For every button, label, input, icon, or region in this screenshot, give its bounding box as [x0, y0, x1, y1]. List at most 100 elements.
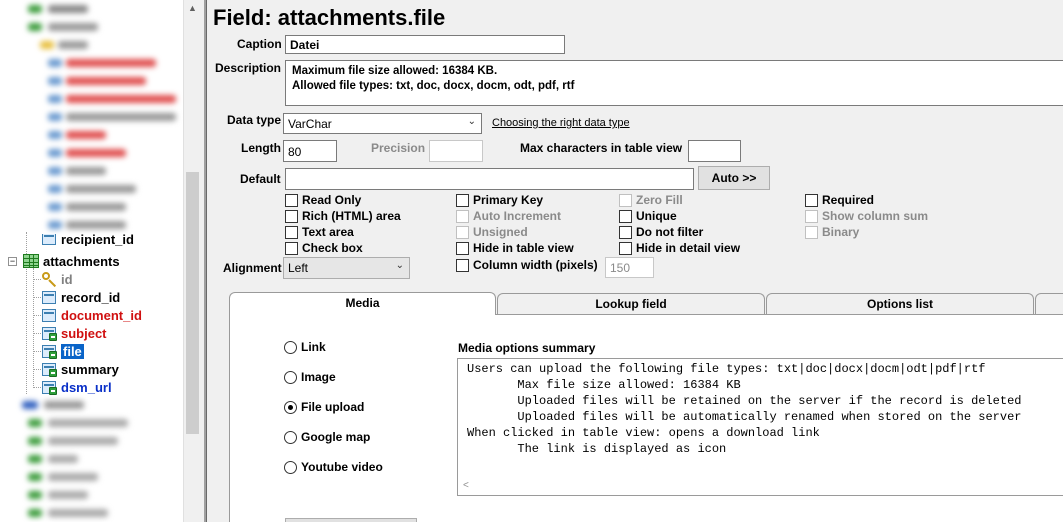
datatype-label: Data type — [227, 113, 282, 127]
tab-more[interactable] — [1035, 293, 1063, 314]
datatype-help-link[interactable]: Choosing the right data type — [492, 117, 630, 129]
blurred-tree-row — [0, 450, 183, 468]
checkbox-box[interactable] — [619, 225, 632, 239]
tree-scroll-thumb[interactable] — [186, 172, 199, 434]
alignment-select[interactable]: Left ⌄ — [283, 257, 410, 279]
checkbox-box[interactable] — [285, 193, 298, 207]
tree-item-recipient-id[interactable]: recipient_id — [41, 234, 134, 246]
alignment-label: Alignment — [223, 261, 282, 275]
checkbox-box — [456, 209, 469, 223]
tree-scrollbar[interactable]: ▲ — [183, 0, 200, 522]
tree-item-file[interactable]: file — [41, 342, 84, 360]
datatype-select[interactable]: VarChar ⌄ — [283, 113, 482, 134]
tree-item-summary[interactable]: summary — [41, 360, 119, 378]
checkbox-box[interactable] — [285, 209, 298, 223]
summary-horizontal-scrollbar[interactable]: < — [459, 480, 1063, 494]
tree-item-document-id[interactable]: document_id — [41, 306, 142, 324]
checkbox-box[interactable] — [456, 258, 469, 272]
project-tree[interactable]: recipient_id − attachments id record_id … — [0, 0, 200, 522]
tree-item-dsm-url[interactable]: dsm_url — [41, 378, 112, 396]
hide-detail-view-checkbox[interactable]: Hide in detail view — [619, 241, 740, 255]
media-option-google-map[interactable]: Google map — [284, 430, 370, 444]
primary-key-checkbox[interactable]: Primary Key — [456, 193, 543, 207]
field-icon — [41, 307, 57, 323]
chevron-down-icon: ⌄ — [467, 116, 476, 127]
checkbox-box — [805, 225, 818, 239]
do-not-filter-checkbox[interactable]: Do not filter — [619, 225, 703, 239]
blurred-tree-row — [0, 486, 183, 504]
media-summary-box[interactable]: Users can upload the following file type… — [457, 358, 1063, 496]
length-input[interactable]: 80 — [283, 140, 337, 162]
radio-button[interactable] — [284, 340, 297, 354]
checkbox-box[interactable] — [456, 241, 469, 255]
tree-item-id[interactable]: id — [41, 270, 73, 288]
radio-button[interactable] — [284, 430, 297, 444]
blurred-tree-row — [0, 198, 183, 216]
caption-input[interactable]: Datei — [285, 35, 565, 54]
tab-options-list[interactable]: Options list — [766, 293, 1034, 314]
default-input[interactable] — [285, 168, 694, 190]
required-checkbox[interactable]: Required — [805, 193, 874, 207]
blurred-tree-row — [0, 0, 183, 18]
tree-connector — [33, 268, 34, 388]
tab-lookup-field[interactable]: Lookup field — [497, 293, 765, 314]
scroll-left-icon[interactable]: < — [463, 480, 469, 491]
blurred-tree-row — [0, 54, 183, 72]
bottom-button[interactable] — [285, 518, 417, 522]
radio-button-selected[interactable] — [284, 400, 297, 414]
checkbox-box[interactable] — [285, 241, 298, 255]
blurred-tree-row — [0, 18, 183, 36]
binary-checkbox: Binary — [805, 225, 859, 239]
check-box-checkbox[interactable]: Check box — [285, 241, 363, 255]
caption-label: Caption — [237, 37, 282, 51]
table-icon — [23, 253, 39, 269]
precision-input[interactable] — [429, 140, 483, 162]
page-title: Field: attachments.file — [213, 5, 446, 30]
column-width-checkbox[interactable]: Column width (pixels) — [456, 258, 598, 272]
blurred-tree-row — [0, 126, 183, 144]
unsigned-checkbox: Unsigned — [456, 225, 528, 239]
radio-button[interactable] — [284, 460, 297, 474]
default-label: Default — [240, 172, 281, 186]
checkbox-box[interactable] — [456, 193, 469, 207]
media-option-link[interactable]: Link — [284, 340, 326, 354]
description-input[interactable]: Maximum file size allowed: 16384 KB. All… — [285, 60, 1063, 106]
blurred-tree-row — [0, 216, 183, 234]
unique-checkbox[interactable]: Unique — [619, 209, 677, 223]
checkbox-box[interactable] — [619, 209, 632, 223]
media-option-youtube[interactable]: Youtube video — [284, 460, 383, 474]
read-only-checkbox[interactable]: Read Only — [285, 193, 361, 207]
tree-item-subject[interactable]: subject — [41, 324, 107, 342]
tree-collapse-toggle[interactable]: − — [8, 257, 17, 266]
checkbox-box — [805, 209, 818, 223]
media-summary-title: Media options summary — [458, 341, 596, 355]
media-option-image[interactable]: Image — [284, 370, 336, 384]
hide-table-view-checkbox[interactable]: Hide in table view — [456, 241, 574, 255]
blurred-tree-row — [0, 396, 183, 414]
blurred-tree-row — [0, 468, 183, 486]
description-label: Description — [215, 61, 282, 75]
field-icon — [41, 289, 57, 305]
checkbox-box[interactable] — [285, 225, 298, 239]
show-column-sum-checkbox: Show column sum — [805, 209, 928, 223]
blurred-tree-row — [0, 414, 183, 432]
blurred-tree-row — [0, 144, 183, 162]
maxchars-input[interactable] — [688, 140, 741, 162]
auto-increment-checkbox: Auto Increment — [456, 209, 561, 223]
column-width-input[interactable]: 150 — [605, 257, 654, 278]
scroll-up-icon[interactable]: ▲ — [188, 3, 197, 13]
text-area-checkbox[interactable]: Text area — [285, 225, 354, 239]
checkbox-box[interactable] — [619, 241, 632, 255]
tree-connector — [33, 351, 41, 352]
tab-media[interactable]: Media — [229, 292, 496, 315]
radio-button[interactable] — [284, 370, 297, 384]
precision-label: Precision — [371, 141, 426, 155]
tree-item-attachments[interactable]: attachments — [23, 252, 120, 270]
auto-button[interactable]: Auto >> — [698, 166, 770, 190]
media-option-file-upload[interactable]: File upload — [284, 400, 364, 414]
app-window: recipient_id − attachments id record_id … — [0, 0, 1063, 522]
checkbox-box[interactable] — [805, 193, 818, 207]
zero-fill-checkbox: Zero Fill — [619, 193, 683, 207]
tree-item-record-id[interactable]: record_id — [41, 288, 120, 306]
rich-html-checkbox[interactable]: Rich (HTML) area — [285, 209, 401, 223]
